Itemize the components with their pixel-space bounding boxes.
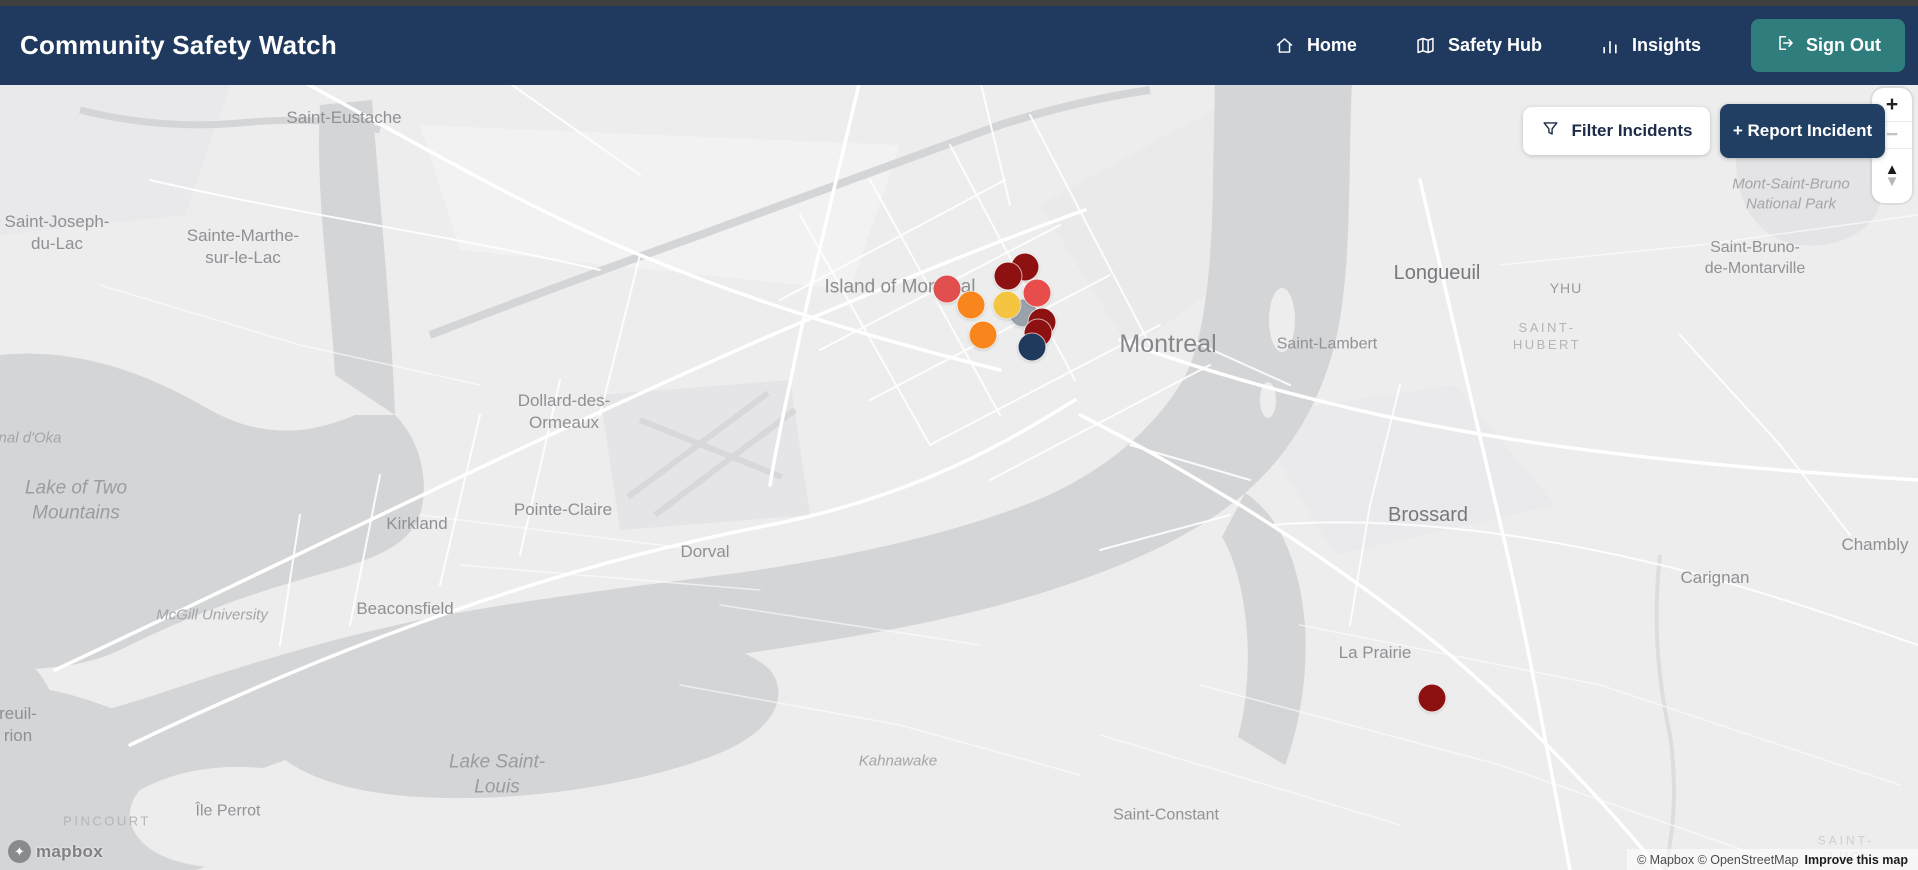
mapbox-logo[interactable]: ✦ mapbox [8, 840, 103, 863]
nav-item-label: Safety Hub [1447, 35, 1542, 55]
logout-icon [1775, 33, 1795, 58]
incident-marker[interactable] [933, 275, 961, 303]
filter-incidents-button[interactable]: Filter Incidents [1523, 107, 1710, 155]
incident-marker[interactable] [994, 262, 1022, 290]
mapbox-compass-icon: ✦ [8, 840, 31, 863]
nav-item-home[interactable]: Home [1274, 35, 1357, 56]
home-icon [1274, 35, 1295, 56]
incident-marker[interactable] [1018, 333, 1046, 361]
report-incident-button[interactable]: + Report Incident [1720, 104, 1885, 158]
sign-out-label: Sign Out [1806, 35, 1881, 55]
incident-marker[interactable] [1418, 684, 1446, 712]
map-canvas[interactable]: Saint-Eustache Saint-Joseph- du-Lac Sainte… [0, 85, 1918, 870]
nav-item-insights[interactable]: Insights [1600, 35, 1701, 56]
filter-incidents-label: Filter Incidents [1571, 121, 1693, 140]
incident-marker[interactable] [957, 291, 985, 319]
bar-chart-icon [1600, 36, 1620, 56]
incident-marker[interactable] [1023, 279, 1051, 307]
nav-item-safety-hub[interactable]: Safety Hub [1415, 35, 1542, 56]
app-title: Community Safety Watch [20, 30, 337, 60]
sign-out-button[interactable]: Sign Out [1751, 19, 1905, 72]
app-header: Community Safety Watch Home Safety Hub I… [0, 6, 1918, 85]
map-basemap-art [0, 85, 1918, 870]
main-nav: Home Safety Hub Insights [1274, 35, 1701, 56]
improve-this-map-link[interactable]: Improve this map [1805, 853, 1909, 867]
incident-marker[interactable] [993, 291, 1021, 319]
nav-item-label: Home [1306, 35, 1357, 55]
map-attribution: © Mapbox © OpenStreetMap Improve this ma… [1626, 849, 1918, 870]
incident-marker[interactable] [969, 321, 997, 349]
nav-item-label: Insights [1631, 35, 1701, 55]
map-icon [1415, 35, 1436, 56]
mapbox-wordmark: mapbox [36, 841, 103, 861]
funnel-icon [1541, 119, 1560, 143]
attribution-text: © Mapbox © OpenStreetMap [1636, 852, 1799, 867]
compass-down-icon: ▼ [1884, 173, 1900, 190]
